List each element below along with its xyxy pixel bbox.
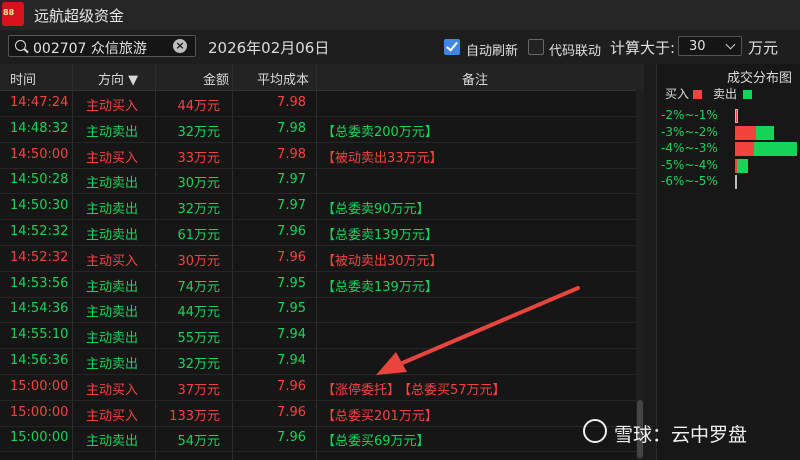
watermark-text: 雪球：云中罗盘 [614, 424, 748, 446]
annotation-arrow [376, 286, 580, 375]
watermark-logo-icon [583, 419, 607, 443]
